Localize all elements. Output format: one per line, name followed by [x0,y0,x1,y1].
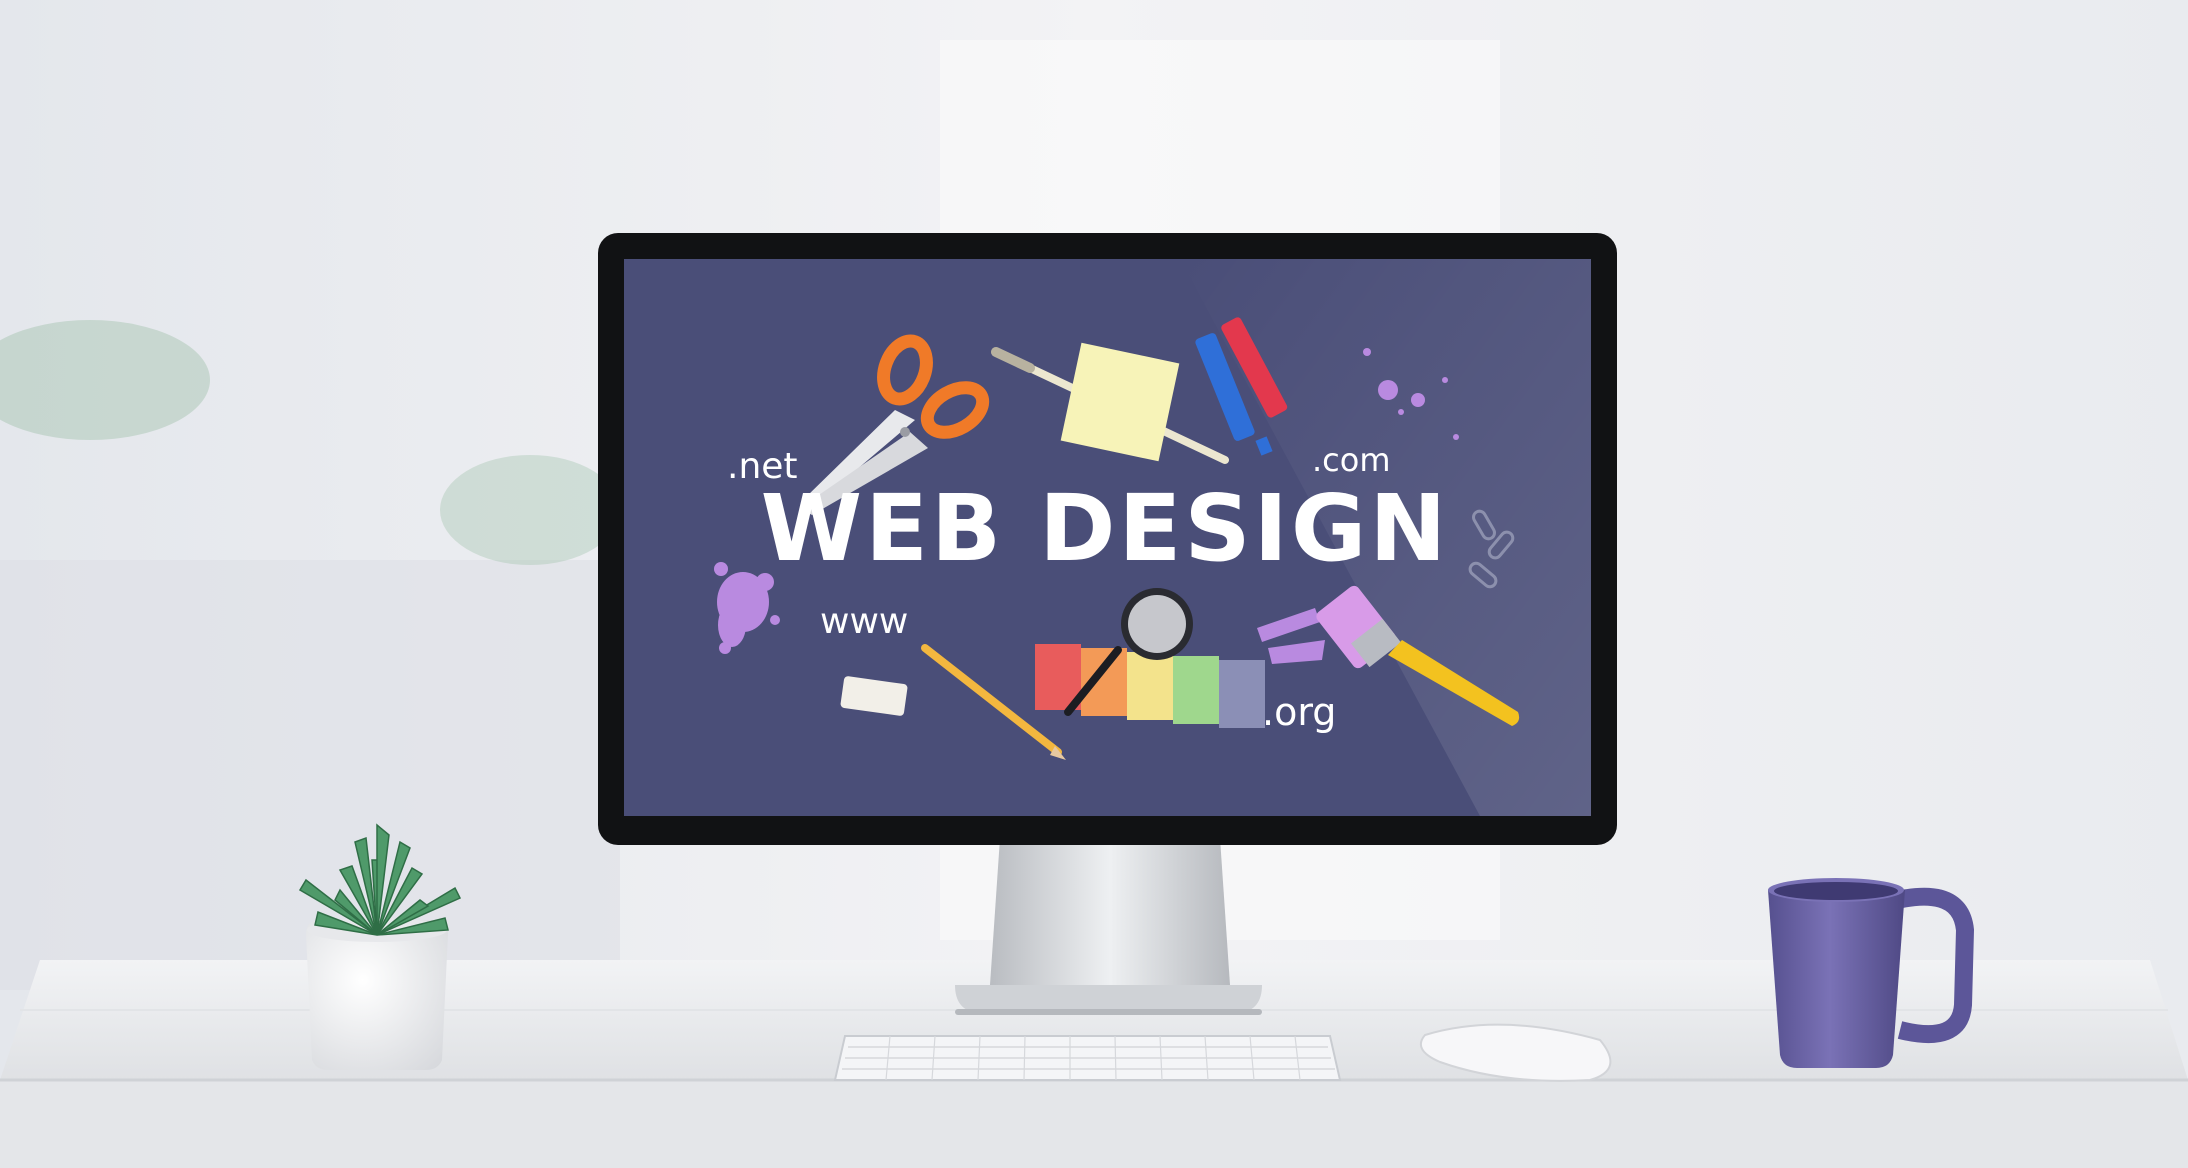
domain-www-label: www [820,601,909,642]
monitor-stand [955,838,1262,1015]
keyboard [833,1035,1342,1081]
domain-net-label: .net [727,446,798,487]
domain-com-label: .com [1312,441,1391,479]
sticky-note-icon [1060,342,1180,462]
domain-org-label: .org [1262,690,1337,734]
scene [0,0,2188,1168]
screen-title: WEB DESIGN [760,475,1450,582]
